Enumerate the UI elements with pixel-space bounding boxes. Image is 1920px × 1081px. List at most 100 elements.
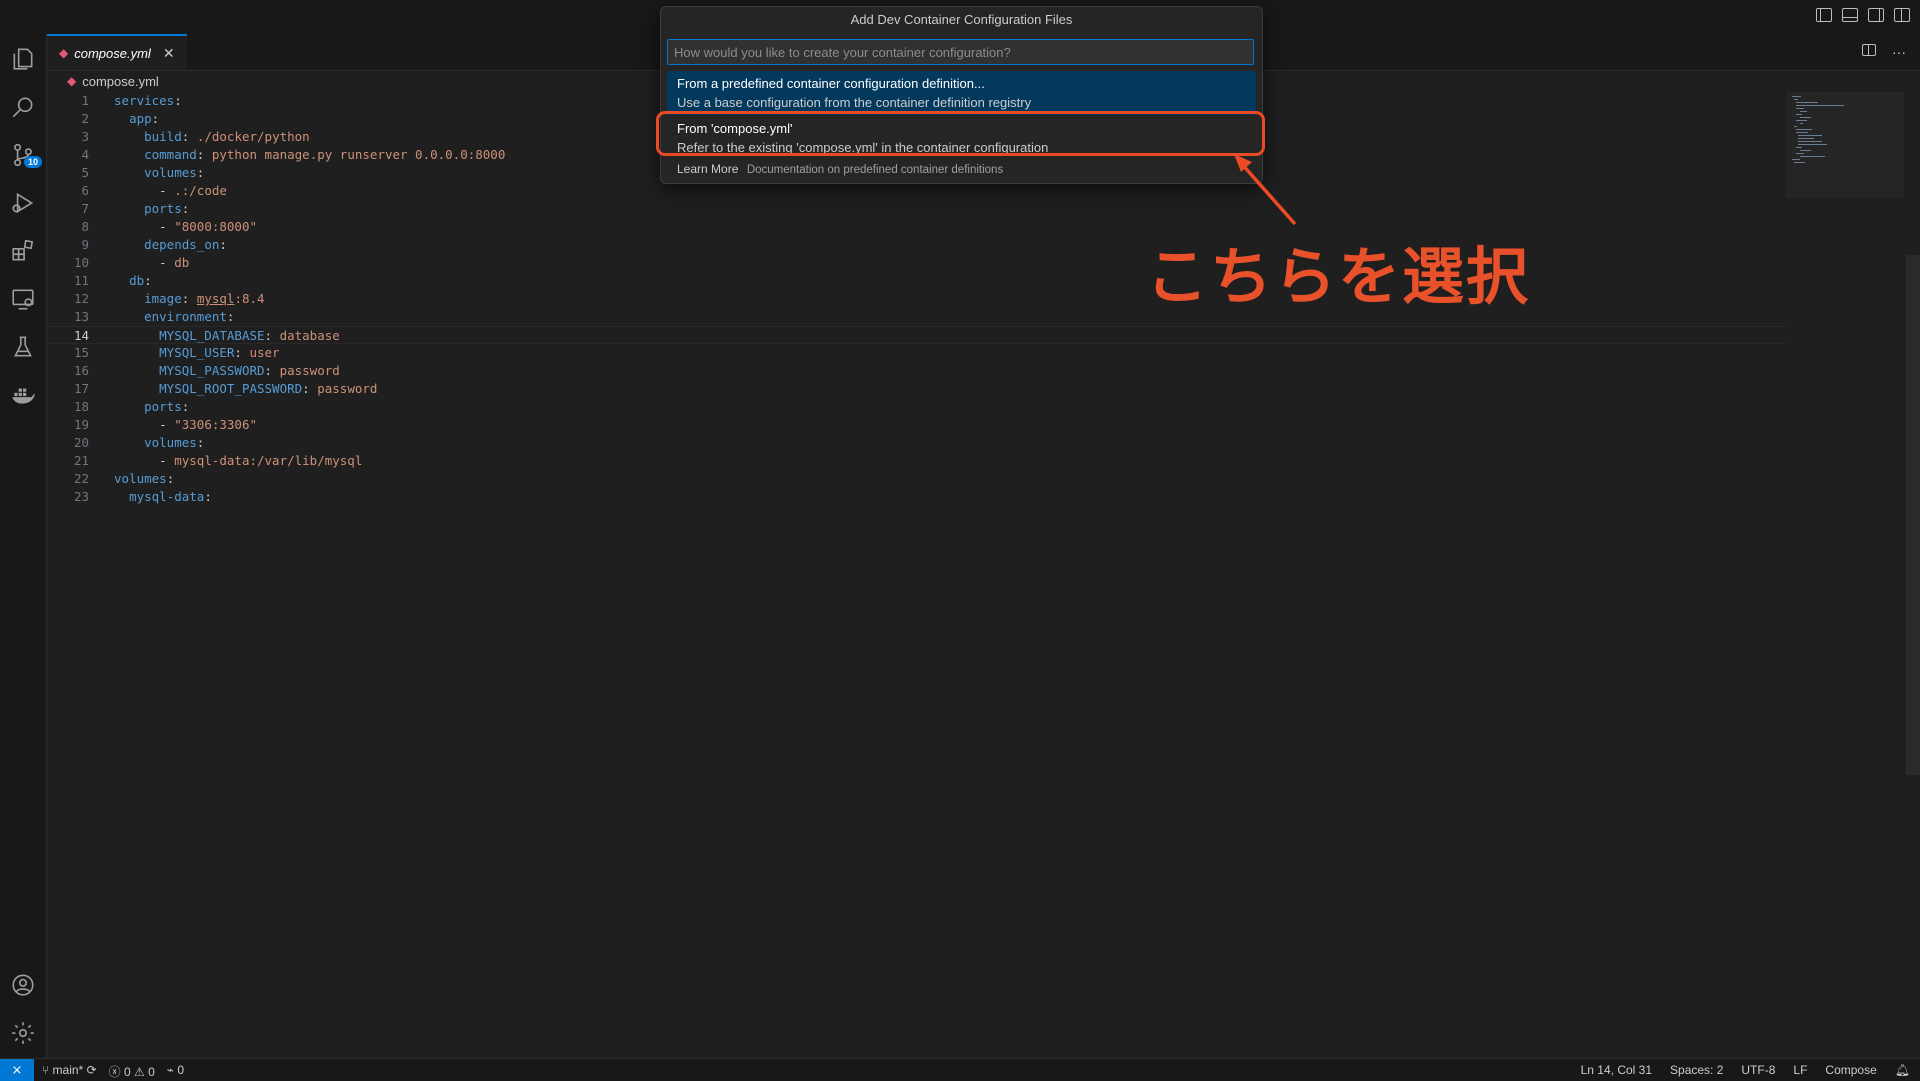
- code-text: MYSQL_DATABASE: database: [159, 328, 340, 343]
- notifications-bell-icon[interactable]: 🔔︎: [1895, 1063, 1910, 1077]
- line-number: 11: [73, 273, 89, 288]
- ports-status[interactable]: ⌁ 0: [167, 1063, 184, 1080]
- search-icon[interactable]: [10, 94, 36, 120]
- line-number: 7: [81, 201, 89, 216]
- customize-layout-icon[interactable]: [1894, 8, 1910, 22]
- tab-label: compose.yml: [74, 45, 151, 61]
- line-number: 19: [73, 417, 89, 432]
- code-text: - .:/code: [114, 183, 227, 198]
- explorer-icon[interactable]: [10, 46, 36, 72]
- minimap-line: [1800, 111, 1807, 112]
- code-text: volumes:: [144, 165, 205, 180]
- remote-indicator-icon[interactable]: ⨯: [0, 1059, 34, 1081]
- line-number: 1: [81, 93, 89, 108]
- branch-status[interactable]: ⑂ main* ⟳: [42, 1063, 97, 1080]
- accounts-icon[interactable]: [10, 972, 36, 998]
- code-line[interactable]: 18 ports:: [47, 398, 1787, 416]
- minimap-line: [1800, 150, 1811, 151]
- code-text: mysql-data:: [129, 489, 212, 504]
- line-number: 14: [73, 328, 89, 343]
- tab-compose-yml[interactable]: ◆ compose.yml ✕: [47, 34, 187, 70]
- code-text: services:: [114, 93, 182, 108]
- run-debug-icon[interactable]: [10, 190, 36, 216]
- minimap[interactable]: [1786, 92, 1904, 198]
- cursor-position[interactable]: Ln 14, Col 31: [1581, 1063, 1652, 1077]
- editor-actions: ···: [1862, 44, 1906, 60]
- problems-status[interactable]: ⓧ 0 ⚠ 0: [109, 1063, 155, 1080]
- code-line[interactable]: 6 - .:/code: [47, 182, 1787, 200]
- encoding[interactable]: UTF-8: [1741, 1063, 1775, 1077]
- extensions-icon[interactable]: [10, 238, 36, 264]
- line-number: 23: [73, 489, 89, 504]
- toggle-secondary-sidebar-icon[interactable]: [1868, 8, 1884, 22]
- code-line[interactable]: 7 ports:: [47, 200, 1787, 218]
- code-text: ports:: [144, 201, 190, 216]
- code-line[interactable]: 15 MYSQL_USER: user: [47, 344, 1787, 362]
- item-description: Use a base configuration from the contai…: [677, 95, 1032, 110]
- remote-explorer-icon[interactable]: [10, 286, 36, 312]
- more-actions-icon[interactable]: ···: [1892, 44, 1906, 60]
- indentation[interactable]: Spaces: 2: [1670, 1063, 1723, 1077]
- code-text: - db: [114, 255, 190, 270]
- code-text: environment:: [144, 309, 235, 324]
- code-text: command: python manage.py runserver 0.0.…: [144, 147, 506, 162]
- code-line[interactable]: 19 - "3306:3306": [47, 416, 1787, 434]
- minimap-line: [1796, 132, 1808, 133]
- minimap-line: [1800, 117, 1811, 118]
- code-text: ports:: [144, 399, 190, 414]
- code-line[interactable]: 16 MYSQL_PASSWORD: password: [47, 362, 1787, 380]
- testing-icon[interactable]: [10, 334, 36, 360]
- docker-icon[interactable]: [10, 382, 36, 408]
- minimap-line: [1800, 156, 1825, 157]
- line-number: 16: [73, 363, 89, 378]
- sync-icon[interactable]: ⟳: [87, 1063, 97, 1077]
- quick-pick-dialog: Add Dev Container Configuration Files Fr…: [660, 6, 1263, 184]
- activity-bar: 10: [0, 34, 47, 1058]
- annotation-arrow: [1234, 154, 1297, 226]
- end-of-line[interactable]: LF: [1793, 1063, 1807, 1077]
- line-number: 2: [81, 111, 89, 126]
- minimap-line: [1796, 153, 1804, 154]
- code-text: db:: [129, 273, 152, 288]
- quick-pick-input[interactable]: [667, 39, 1254, 65]
- minimap-line: [1796, 120, 1807, 121]
- code-text: build: ./docker/python: [144, 129, 310, 144]
- breadcrumb-file[interactable]: compose.yml: [82, 74, 159, 89]
- toggle-panel-icon[interactable]: [1842, 8, 1858, 22]
- vertical-scrollbar[interactable]: [1906, 255, 1920, 775]
- code-line[interactable]: 23 mysql-data:: [47, 488, 1787, 506]
- code-text: volumes:: [114, 471, 175, 486]
- minimap-line: [1792, 96, 1801, 97]
- close-tab-icon[interactable]: ✕: [163, 45, 175, 62]
- line-number: 12: [73, 291, 89, 306]
- line-number: 4: [81, 147, 89, 162]
- code-line[interactable]: 17 MYSQL_ROOT_PASSWORD: password: [47, 380, 1787, 398]
- code-line[interactable]: 22 volumes:: [47, 470, 1787, 488]
- minimap-line: [1796, 147, 1802, 148]
- line-number: 9: [81, 237, 89, 252]
- minimap-line: [1796, 102, 1818, 103]
- language-mode[interactable]: Compose: [1825, 1063, 1876, 1077]
- breadcrumb: ◆ compose.yml: [67, 72, 159, 90]
- quick-pick-item-learn-more[interactable]: Learn More Documentation on predefined c…: [667, 160, 1256, 182]
- line-number: 3: [81, 129, 89, 144]
- item-label: From a predefined container configuratio…: [677, 76, 985, 91]
- split-editor-icon[interactable]: [1862, 44, 1876, 56]
- branch-icon: ⑂: [42, 1063, 53, 1077]
- line-number: 13: [73, 309, 89, 324]
- minimap-line: [1798, 135, 1822, 136]
- toggle-primary-sidebar-icon[interactable]: [1816, 8, 1832, 22]
- line-number: 5: [81, 165, 89, 180]
- quick-pick-item-predefined[interactable]: From a predefined container configuratio…: [667, 71, 1256, 115]
- settings-gear-icon[interactable]: [10, 1020, 36, 1046]
- code-line[interactable]: 21 - mysql-data:/var/lib/mysql: [47, 452, 1787, 470]
- code-line[interactable]: 14 MYSQL_DATABASE: database: [47, 326, 1787, 344]
- minimap-line: [1792, 159, 1800, 160]
- minimap-line: [1798, 144, 1827, 145]
- source-control-icon[interactable]: 10: [10, 142, 43, 168]
- code-text: image: mysql:8.4: [144, 291, 265, 306]
- code-text: - "3306:3306": [114, 417, 258, 432]
- learn-more-label: Learn More: [677, 162, 739, 176]
- code-line[interactable]: 20 volumes:: [47, 434, 1787, 452]
- code-text: MYSQL_ROOT_PASSWORD: password: [159, 381, 378, 396]
